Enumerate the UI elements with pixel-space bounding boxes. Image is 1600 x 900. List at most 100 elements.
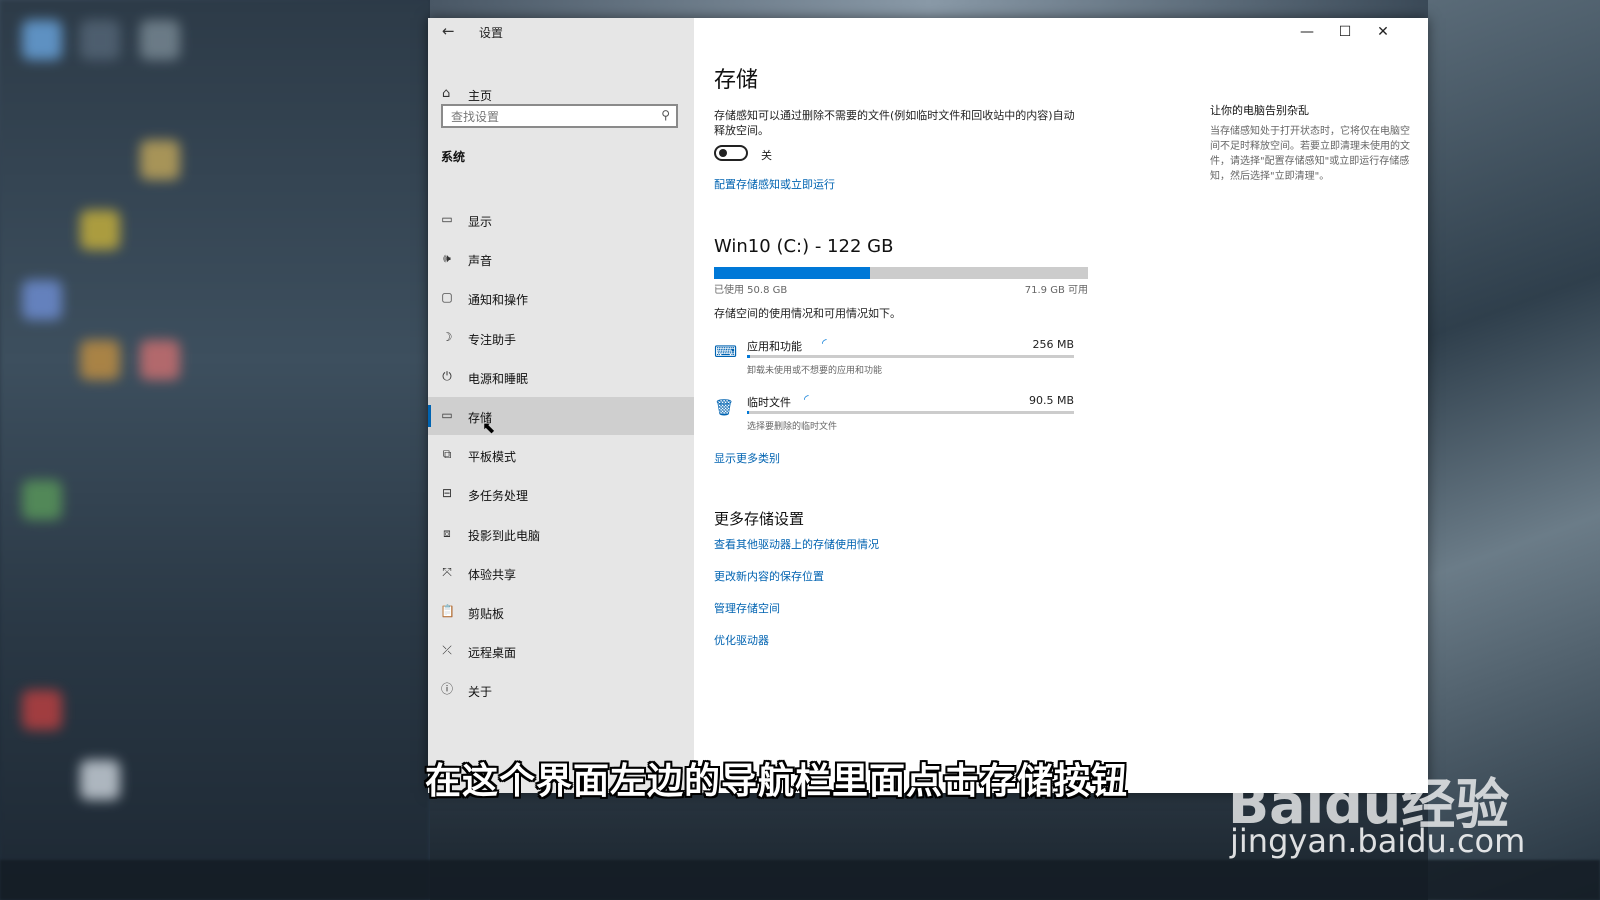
- used-label: 已使用 50.8 GB: [714, 285, 788, 296]
- page-title: 存储: [714, 68, 759, 93]
- desktop-app-icon: [22, 20, 62, 60]
- mouse-cursor-icon: ⬉: [482, 418, 496, 437]
- info-icon: ⓘ: [440, 682, 453, 696]
- share-icon: ⤧: [442, 565, 452, 579]
- drive-usage-fill: [714, 267, 870, 279]
- home-label: 主页: [468, 89, 493, 103]
- desktop-app-icon: [22, 480, 62, 520]
- sidebar-item-label: 通知和操作: [468, 293, 529, 307]
- apps-icon: ⌨: [714, 342, 738, 361]
- desktop-app-icon: [80, 20, 120, 60]
- sidebar-item-label: 关于: [468, 685, 493, 699]
- titlebar-left: ← 设置: [428, 18, 694, 46]
- monitor-icon: ▭: [441, 212, 453, 226]
- usage-description: 存储空间的使用情况和可用情况如下。: [714, 307, 901, 320]
- desktop-app-icon: [80, 340, 120, 380]
- sidebar-item-label: 电源和睡眠: [468, 372, 529, 386]
- desktop-app-icon: [22, 690, 62, 730]
- desktop-app-icon: [80, 210, 120, 250]
- sidebar-item-clipboard[interactable]: 📋 剪贴板: [428, 593, 694, 631]
- back-arrow-icon[interactable]: ←: [442, 22, 455, 40]
- save-location-link[interactable]: 更改新内容的保存位置: [714, 568, 824, 584]
- sidebar-item-label: 体验共享: [468, 568, 517, 582]
- section-label: 系统: [441, 150, 466, 164]
- speaker-icon: 🕪: [443, 251, 451, 265]
- sidebar-item-moon[interactable]: ☽ 专注助手: [428, 319, 694, 357]
- sidebar-item-tablet[interactable]: ⧉ 平板模式: [428, 436, 694, 474]
- show-more-categories-link[interactable]: 显示更多类别: [714, 450, 780, 466]
- loading-spinner-icon: ◜: [804, 392, 809, 406]
- manage-storage-spaces-link[interactable]: 管理存储空间: [714, 600, 780, 616]
- category-size: 90.5 MB: [1028, 394, 1074, 407]
- category-bar-fill: [747, 355, 751, 358]
- other-drives-link[interactable]: 查看其他驱动器上的存储使用情况: [714, 536, 879, 552]
- category-bar: [747, 411, 1074, 414]
- loading-spinner-icon: ◜: [822, 336, 827, 350]
- moon-icon: ☽: [441, 330, 453, 344]
- drive-usage-bar: [714, 267, 1088, 279]
- toggle-knob: [719, 149, 727, 157]
- category-name: 应用和功能: [747, 340, 802, 353]
- sidebar-item-label: 声音: [468, 254, 493, 268]
- desktop-app-icon: [140, 20, 180, 60]
- tip-title: 让你的电脑告别杂乱: [1210, 104, 1309, 117]
- category-subtext: 选择要删除的临时文件: [747, 422, 838, 432]
- desktop-background-top: [430, 0, 1428, 18]
- storage-sense-description: 存储感知可以通过删除不需要的文件(例如临时文件和回收站中的内容)自动释放空间。: [714, 109, 1075, 137]
- settings-window: ← 设置 ⌂ 主页 ⚲ 系统 ▭显示🕪声音▢通知和操作☽专注助手⏻电源和睡眠▭存…: [428, 18, 1428, 793]
- clipboard-icon: 📋: [440, 604, 455, 618]
- category-apps[interactable]: ⌨ 应用和功能 ◜ 256 MB 卸载未使用或不想要的应用和功能: [714, 336, 1084, 388]
- sidebar-item-share[interactable]: ⤧ 体验共享: [428, 554, 694, 592]
- desktop-app-icon: [140, 340, 180, 380]
- sidebar-item-speaker[interactable]: 🕪 声音: [428, 240, 694, 278]
- taskbar: [0, 860, 1600, 900]
- storage-icon: ▭: [441, 408, 453, 422]
- home-icon: ⌂: [442, 86, 451, 101]
- search-icon[interactable]: ⚲: [661, 108, 670, 122]
- category-bar: [747, 355, 1074, 358]
- sidebar-item-label: 专注助手: [468, 333, 517, 347]
- notification-icon: ▢: [441, 290, 453, 304]
- tablet-icon: ⧉: [442, 447, 452, 461]
- sidebar-item-remote[interactable]: ⤫ 远程桌面: [428, 632, 694, 670]
- close-button[interactable]: ✕: [1364, 18, 1402, 46]
- sidebar-item-multitask[interactable]: ⊟ 多任务处理: [428, 475, 694, 513]
- more-storage-settings-title: 更多存储设置: [714, 510, 805, 528]
- toggle-state-label: 关: [761, 149, 772, 162]
- sidebar-item-label: 远程桌面: [468, 646, 517, 660]
- trash-icon: 🗑: [714, 398, 735, 417]
- sidebar-item-power[interactable]: ⏻ 电源和睡眠: [428, 358, 694, 396]
- storage-sense-toggle[interactable]: [714, 145, 748, 161]
- search-input[interactable]: [449, 108, 653, 126]
- sidebar-item-project[interactable]: ⧈ 投影到此电脑: [428, 515, 694, 553]
- category-bar-fill: [747, 411, 749, 414]
- desktop-background-left: [0, 0, 430, 900]
- drive-title: Win10 (C:) - 122 GB: [714, 236, 894, 257]
- sidebar-item-info[interactable]: ⓘ 关于: [428, 671, 694, 709]
- category-name: 临时文件: [747, 396, 791, 409]
- remote-icon: ⤫: [442, 643, 452, 657]
- sidebar: ← 设置 ⌂ 主页 ⚲ 系统 ▭ 显示 🕪 声音 ▢ 通知和操作 ☽ 专注助手 ⏻ 电源和睡眠 ▭存…: [428, 18, 694, 793]
- minimize-button[interactable]: —: [1288, 18, 1326, 46]
- sidebar-item-monitor[interactable]: ▭ 显示: [428, 201, 694, 239]
- optimize-drives-link[interactable]: 优化驱动器: [714, 632, 769, 648]
- watermark-url: jingyan.baidu.com: [1230, 822, 1526, 860]
- video-subtitle: 在这个界面左边的导航栏里面点击存储按钮: [425, 761, 1129, 802]
- configure-storage-sense-link[interactable]: 配置存储感知或立即运行: [714, 176, 835, 192]
- sidebar-item-label: 平板模式: [468, 450, 517, 464]
- sidebar-item-label: 投影到此电脑: [468, 529, 541, 543]
- sidebar-item-storage[interactable]: ▭ 存储: [428, 397, 694, 435]
- maximize-button[interactable]: ☐: [1326, 18, 1364, 46]
- desktop-app-icon: [22, 280, 62, 320]
- sidebar-item-label: 多任务处理: [468, 489, 529, 503]
- desktop-app-icon: [140, 140, 180, 180]
- multitask-icon: ⊟: [441, 486, 453, 500]
- tip-text: 当存储感知处于打开状态时，它将仅在电脑空间不足时释放空间。若要立即清理未使用的文…: [1210, 126, 1410, 182]
- app-title: 设置: [479, 26, 504, 40]
- category-temp-files[interactable]: 🗑 临时文件 ◜ 90.5 MB 选择要删除的临时文件: [714, 392, 1084, 444]
- sidebar-item-label: 显示: [468, 215, 493, 229]
- free-label: 71.9 GB 可用: [1024, 285, 1088, 296]
- power-icon: ⏻: [442, 369, 452, 383]
- search-box[interactable]: ⚲: [441, 104, 678, 128]
- sidebar-item-notification[interactable]: ▢ 通知和操作: [428, 279, 694, 317]
